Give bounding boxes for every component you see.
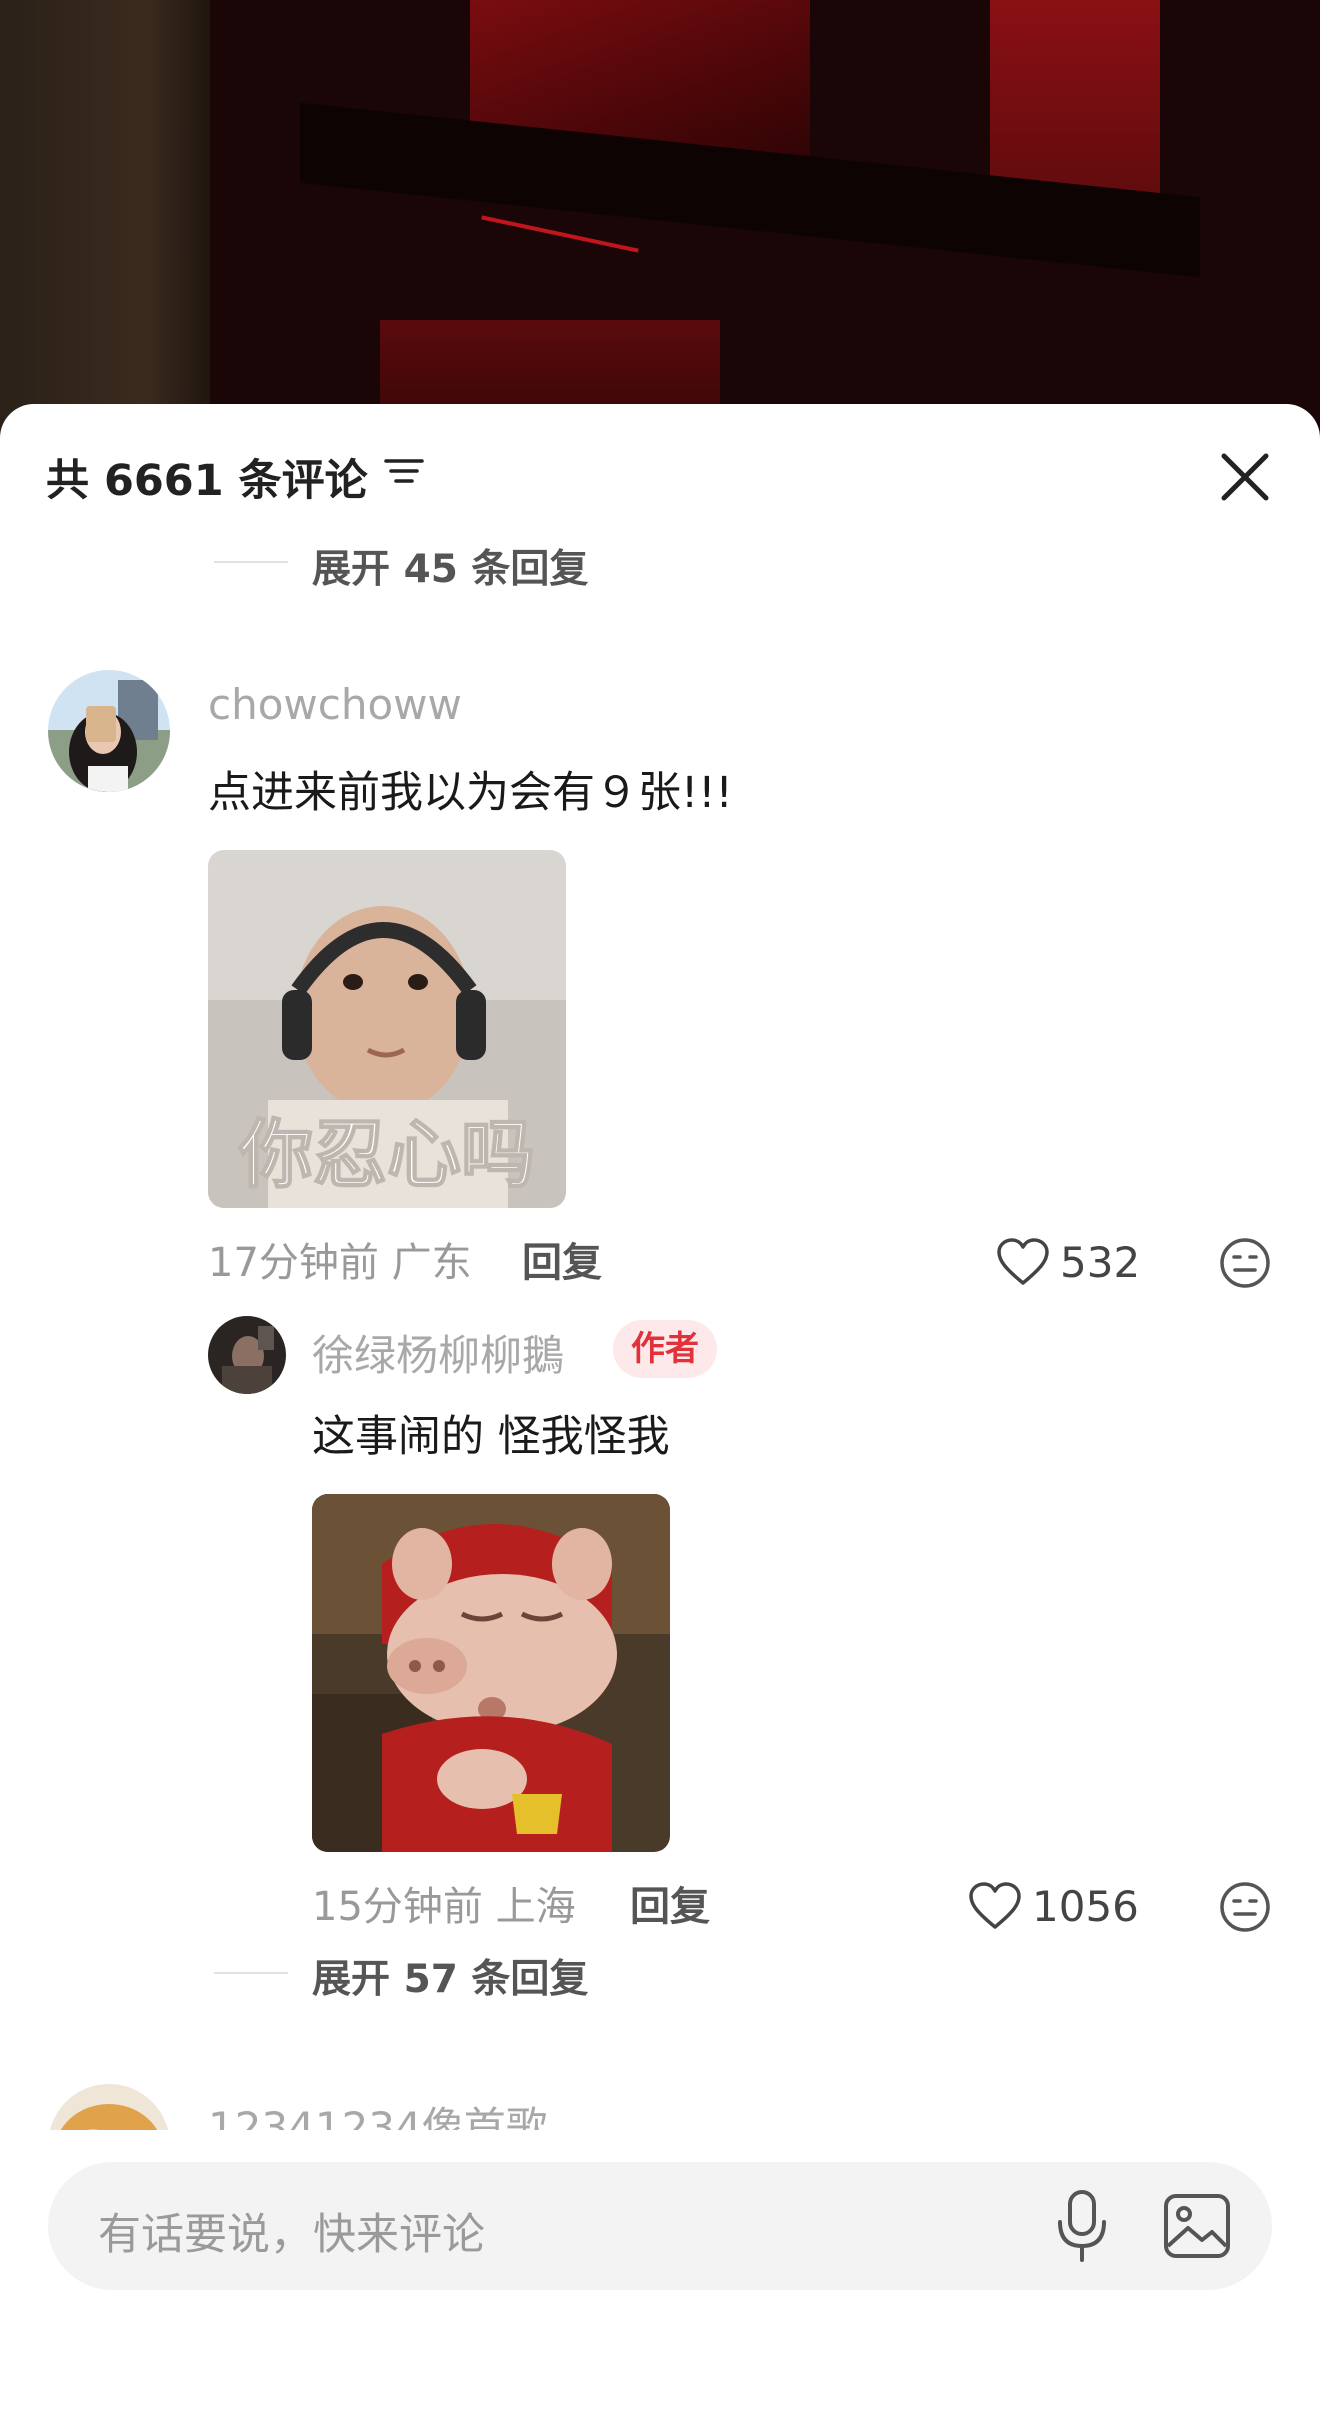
sticker-caption: 你忍心吗 xyxy=(238,1112,535,1198)
sticker-image[interactable]: 你忍心吗 xyxy=(208,850,566,1208)
heart-icon xyxy=(969,1882,1021,1929)
video-background xyxy=(0,0,1320,440)
comment-username[interactable]: chowchoww xyxy=(208,680,462,729)
reply-username[interactable]: 徐绿杨柳柳鵝 xyxy=(312,1322,564,1383)
comment-text: 点进来前我以为会有９张!!! xyxy=(208,768,733,818)
expand-divider xyxy=(214,1972,288,1974)
comments-sheet: 共 6661 条评论 展开 45 条回复 chowchoww 点进来前我以为会有… xyxy=(0,404,1320,2412)
avatar[interactable] xyxy=(48,670,170,792)
comment-input-placeholder[interactable]: 有话要说，快来评论 xyxy=(98,2200,485,2262)
emoji-icon[interactable] xyxy=(1218,1880,1272,1934)
image-icon[interactable] xyxy=(1162,2192,1232,2260)
like-count: 1056 xyxy=(1032,1881,1139,1931)
emoji-icon[interactable] xyxy=(1218,1236,1272,1290)
close-icon[interactable] xyxy=(1214,446,1276,508)
expand-divider xyxy=(214,561,288,563)
like-button[interactable]: 532 xyxy=(996,1234,1140,1290)
expand-replies-button[interactable]: 展开 45 条回复 xyxy=(312,538,588,594)
heart-icon xyxy=(997,1238,1049,1285)
sort-lines-icon[interactable] xyxy=(384,456,424,488)
reply-button[interactable]: 回复 xyxy=(522,1230,602,1288)
sticker-image[interactable] xyxy=(312,1494,670,1852)
reply-timestamp: 15分钟前 上海 xyxy=(312,1884,576,1930)
reply-button[interactable]: 回复 xyxy=(630,1874,710,1932)
like-count: 532 xyxy=(1060,1237,1141,1287)
microphone-icon[interactable] xyxy=(1052,2188,1112,2264)
author-badge: 作者 xyxy=(613,1320,717,1378)
reply-text: 这事闹的 怪我怪我 xyxy=(312,1412,670,1462)
expand-replies-button[interactable]: 展开 57 条回复 xyxy=(312,1948,588,2004)
like-button[interactable]: 1056 xyxy=(968,1878,1139,1934)
comment-input-bar[interactable]: 有话要说，快来评论 xyxy=(48,2162,1272,2290)
reply-avatar[interactable] xyxy=(208,1316,286,1394)
comment-timestamp: 17分钟前 广东 xyxy=(208,1240,472,1286)
comment-count-title: 共 6661 条评论 xyxy=(46,456,368,506)
